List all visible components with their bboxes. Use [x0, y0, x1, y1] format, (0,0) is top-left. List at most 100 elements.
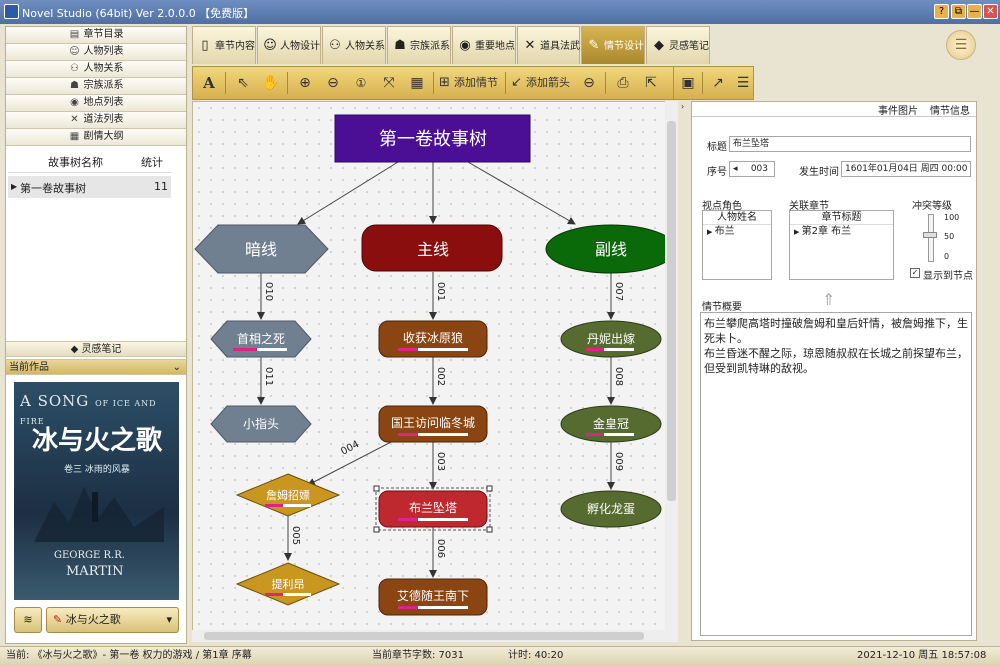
nav-character-relations[interactable]: ⚇ 人物关系 [6, 61, 186, 78]
tab-event-image[interactable]: 事件图片 [878, 102, 918, 117]
node-label: 布兰坠塔 [409, 501, 457, 515]
cover-artwork [34, 487, 164, 542]
viewpoint-list[interactable]: 人物姓名 ▶ 布兰 [702, 210, 772, 280]
table-header: 故事树名称 统计 [8, 149, 171, 173]
add-plot-button[interactable]: ⊞ 添加情节 [439, 71, 503, 95]
notes-icon[interactable]: ☰ [732, 71, 754, 95]
cover-author-first: GEORGE R.R. [54, 550, 125, 561]
tab-clan-factions[interactable]: ☗ 宗族派系 [387, 26, 451, 64]
summary-textarea[interactable]: 布兰攀爬高塔时撞破詹姆和皇后奸情，被詹姆推下，生死未卜。 布兰昏迷不醒之际，琼恩… [700, 312, 972, 636]
inspiration-notes-button[interactable]: ◆ 灵感笔记 [6, 341, 186, 357]
tab-character-design[interactable]: ☺ 人物设计 [257, 26, 321, 64]
pointer-tool-icon[interactable]: ⇖ [231, 71, 255, 95]
zoom-out-icon[interactable]: ⊖ [321, 71, 345, 95]
relations-icon: ⚇ [70, 63, 79, 74]
layers-icon[interactable]: ≋ [14, 607, 42, 633]
nav-clan-factions[interactable]: ☗ 宗族派系 [6, 78, 186, 95]
list-item[interactable]: ▶ 布兰 [703, 225, 771, 239]
add-arrow-button[interactable]: ↙ 添加箭头 [511, 71, 575, 95]
edge-label-002: 002 [435, 367, 446, 386]
node-label: 提利昂 [272, 578, 305, 591]
row-count: 11 [154, 180, 168, 193]
zoom-in-icon[interactable]: ⊕ [293, 71, 317, 95]
row-expand-icon[interactable]: ▶ [11, 182, 17, 191]
panel-splitter[interactable]: › [680, 101, 690, 641]
dark-line-label: 暗线 [245, 240, 277, 259]
zoom-actual-icon[interactable]: ① [349, 71, 373, 95]
current-work-header: 当前作品 ⌄ [6, 359, 186, 375]
title-label: 标题 [707, 142, 727, 153]
edge-label-007: 007 [613, 282, 624, 301]
diagram-canvas[interactable]: 010 011 001 002 003 006 007 008 009 004 … [192, 101, 678, 641]
menu-icon[interactable]: ☰ [946, 30, 976, 60]
tab-important-locations[interactable]: ◉ 重要地点 [452, 26, 516, 64]
table-row[interactable]: ▶ 第一卷故事树 11 [8, 176, 171, 198]
tab-props-weapons[interactable]: ✕ 道具法武 [517, 26, 580, 64]
nav-magic-list[interactable]: ✕ 道法列表 [6, 112, 186, 129]
edge-root-dark [297, 161, 399, 225]
story-tree-diagram: 010 011 001 002 003 006 007 008 009 004 … [194, 114, 677, 616]
print-icon[interactable]: ⎙ [611, 71, 635, 95]
title-bar: Novel Studio (64bit) Ver 2.0.0.0 【免费版】 ?… [0, 0, 1000, 24]
minimize-button[interactable]: — [967, 4, 982, 19]
export-icon[interactable]: ⇱ [639, 71, 663, 95]
node-label: 金皇冠 [593, 416, 629, 431]
add-plot-icon: ⊞ [439, 75, 455, 90]
node-label: 小指头 [243, 416, 279, 431]
conflict-slider-thumb[interactable] [923, 232, 937, 238]
summary-label: 情节概要 [702, 302, 742, 313]
expand-icon: ▶ [794, 228, 802, 236]
title-field[interactable]: 布兰坠塔 [729, 136, 971, 152]
list-item[interactable]: ▶ 第2章 布兰 [790, 225, 893, 239]
tab-chapter-content[interactable]: ▯ 章节内容 [192, 26, 256, 64]
grid-toggle-icon[interactable]: ▦ [405, 71, 429, 95]
diagram-toolbar: A ⇖ ✋ ⊕ ⊖ ① ⤧ ▦ ⊞ 添加情节 ↙ 添加箭头 ⊖ ⎙ ⇱ [192, 66, 674, 100]
node-label: 国王访问临冬城 [391, 415, 475, 430]
app-icon [4, 4, 19, 19]
nav-chapter-list[interactable]: ▤ 章节目录 [6, 27, 186, 44]
collapse-icon[interactable]: ⌄ [173, 360, 181, 375]
chapter-header: 章节标题 [790, 211, 893, 225]
time-field[interactable]: 1601年01月04日 周四 00:00 [841, 161, 971, 177]
scroll-thumb[interactable] [204, 632, 644, 640]
tab-inspiration-notes[interactable]: ◆ 灵感笔记 [646, 26, 710, 64]
close-button[interactable]: ✕ [983, 4, 998, 19]
side-line-label: 副线 [595, 240, 627, 259]
diamond-icon: ◆ [654, 38, 664, 53]
related-chapter-list[interactable]: 章节标题 ▶ 第2章 布兰 [789, 210, 894, 280]
nav-character-list[interactable]: ☺ 人物列表 [6, 44, 186, 61]
nav-location-list[interactable]: ◉ 地点列表 [6, 95, 186, 112]
conflict-slider[interactable] [928, 214, 934, 262]
text-tool-icon[interactable]: A [197, 71, 221, 95]
chevron-right-icon[interactable]: › [681, 102, 684, 111]
vertical-scrollbar[interactable] [665, 101, 678, 630]
nav-plot-outline[interactable]: ▦ 剧情大纲 [6, 129, 186, 146]
image-icon[interactable]: ▣ [676, 71, 700, 95]
tab-plot-design[interactable]: ✎ 情节设计 [581, 26, 645, 64]
dropdown-arrow-icon: ▾ [166, 613, 172, 626]
person-icon: ☺ [69, 46, 80, 57]
seq-stepper[interactable]: ◂ 003 [729, 161, 775, 177]
tab-character-relations[interactable]: ⚇ 人物关系 [322, 26, 386, 64]
tab-plot-info[interactable]: 情节信息 [930, 102, 970, 117]
status-datetime: 2021-12-10 周五 18:57:08 [857, 650, 987, 661]
stepper-left-icon[interactable]: ◂ [733, 162, 738, 176]
hand-tool-icon[interactable]: ✋ [259, 71, 283, 95]
status-chapter-words: 当前章节字数: 7031 [372, 650, 464, 661]
restore-view-button[interactable]: ⧉ [951, 4, 966, 19]
horizontal-scrollbar[interactable] [192, 630, 678, 642]
window-title: Novel Studio (64bit) Ver 2.0.0.0 【免费版】 [22, 7, 255, 20]
toolbar-extension: ▣ ↗ ☰ [674, 66, 754, 100]
work-selector-dropdown[interactable]: ✎ 冰与火之歌 ▾ [46, 607, 179, 633]
edge-label-001: 001 [435, 282, 446, 301]
fit-view-icon[interactable]: ⤧ [377, 71, 401, 95]
root-node-label: 第一卷故事树 [379, 129, 487, 150]
arrow-icon: ↙ [511, 75, 527, 90]
scroll-thumb[interactable] [667, 121, 676, 501]
show-on-node-checkbox[interactable]: ✓ [910, 268, 920, 278]
chart-export-icon[interactable]: ↗ [706, 71, 730, 95]
left-panel: ▤ 章节目录 ☺ 人物列表 ⚇ 人物关系 ☗ 宗族派系 ◉ 地点列表 ✕ 道法列表 ▦ 剧情大… [5, 26, 187, 644]
remove-icon[interactable]: ⊖ [577, 71, 601, 95]
help-button[interactable]: ? [934, 4, 949, 19]
col-name-header: 故事树名称 [48, 156, 103, 169]
